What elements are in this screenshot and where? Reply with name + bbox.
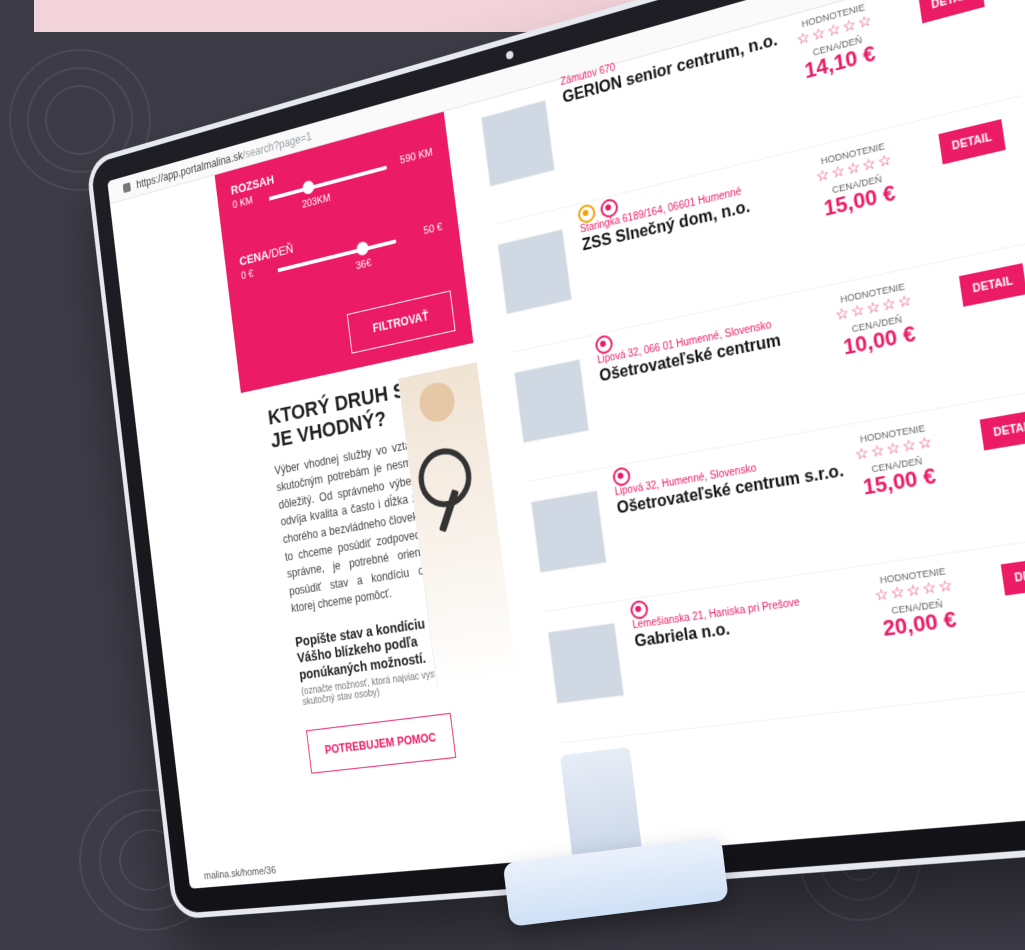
monitor: https://app.portalmalina.sk/search?page=…: [90, 0, 1025, 914]
price-min: 0 €: [240, 268, 254, 283]
rating-price-block: HODNOTENIE ☆☆☆☆☆ CENA/DEŇ 15,00 €: [843, 420, 950, 503]
rating-price-block: HODNOTENIE ☆☆☆☆☆ CENA/DEŇ 15,00 €: [804, 137, 909, 225]
rating-price-block: HODNOTENIE ☆☆☆☆☆ CENA/DEŇ 14,10 €: [785, 0, 889, 88]
price-max: 50 €: [423, 221, 444, 238]
facility-photo[interactable]: [530, 490, 607, 574]
need-help-button[interactable]: POTREBUJEM POMOC: [306, 713, 457, 775]
listing-list: Zámutov 670 GERION senior centrum, n.o. …: [479, 0, 1025, 753]
price-slider-thumb[interactable]: [355, 240, 369, 257]
range-value: 203KM: [301, 192, 332, 211]
scene: https://app.portalmalina.sk/search?page=…: [0, 0, 1025, 950]
detail-button[interactable]: DETAIL: [918, 0, 985, 24]
monitor-stand: [490, 737, 729, 933]
lock-icon: [122, 181, 131, 193]
magnifier-icon: [415, 443, 475, 512]
detail-button[interactable]: DETAIL: [958, 263, 1025, 307]
rating-price-block: HODNOTENIE ☆☆☆☆☆ CENA/DEŇ 10,00 €: [824, 278, 930, 364]
facility-photo[interactable]: [480, 99, 556, 188]
camera-dot: [505, 50, 514, 61]
woman-head: [417, 379, 457, 425]
price-value: 36€: [355, 257, 372, 273]
range-slider-thumb[interactable]: [301, 179, 315, 196]
listing-meta: Lemešianska 21, Haniska pri Prešove Gabr…: [629, 597, 804, 652]
filter-button[interactable]: FILTROVAŤ: [346, 290, 456, 354]
stand-base: [502, 836, 729, 927]
status-url: malina.sk/home/36: [203, 864, 277, 883]
facility-photo[interactable]: [547, 622, 625, 704]
detail-button[interactable]: DETAIL: [938, 119, 1006, 165]
range-min: 0 KM: [232, 194, 254, 212]
rating-price-block: HODNOTENIE ☆☆☆☆☆ CENA/DEŇ 20,00 €: [863, 563, 971, 644]
facility-photo[interactable]: [513, 358, 590, 444]
detail-button[interactable]: DETAIL: [979, 408, 1025, 451]
facility-photo[interactable]: [497, 228, 573, 315]
detail-button[interactable]: DETAIL: [1000, 555, 1025, 596]
